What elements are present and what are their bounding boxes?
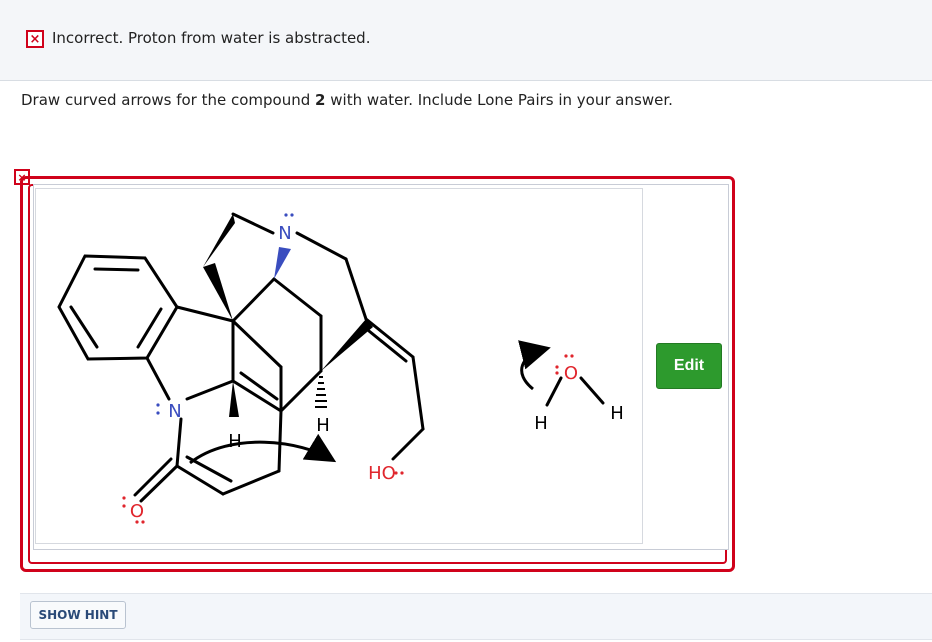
atom-h: H	[228, 431, 242, 452]
compound-number: 2	[315, 91, 326, 109]
question-text: Draw curved arrows for the compound 2 wi…	[21, 91, 673, 109]
question-prefix: Draw curved arrows for the compound	[21, 91, 316, 109]
hint-bar	[20, 593, 932, 640]
x-icon: ×	[26, 30, 44, 48]
curved-arrow[interactable]	[518, 340, 551, 391]
atom-ho: HO	[368, 463, 396, 484]
atom-water-o: O	[564, 363, 578, 384]
atom-h: H	[316, 415, 330, 436]
atom-water-h-left: H	[534, 413, 548, 434]
feedback-text: Incorrect. Proton from water is abstract…	[52, 29, 371, 47]
molecule-drawing: N N O H H HO O H H	[57, 212, 624, 524]
wedge-bond	[203, 263, 233, 321]
lone-pairs	[122, 354, 574, 524]
atom-water-h-right: H	[610, 403, 624, 424]
atom-n-indole: N	[168, 401, 181, 422]
question-suffix: with water. Include Lone Pairs in your a…	[325, 91, 673, 109]
hash-bond	[315, 376, 327, 408]
wedge-bond	[203, 214, 235, 267]
structure-canvas[interactable]: N N O H H HO O H H	[35, 188, 643, 544]
wedge-bond	[274, 247, 291, 279]
feedback-banner: × Incorrect. Proton from water is abstra…	[0, 0, 932, 81]
edit-button[interactable]: Edit	[656, 343, 722, 389]
atom-n-top: N	[278, 223, 291, 244]
wedge-bond	[229, 381, 239, 417]
curved-arrow[interactable]	[189, 433, 337, 465]
atom-o-carbonyl: O	[130, 501, 144, 522]
wedge-bond	[321, 319, 373, 371]
show-hint-button[interactable]: SHOW HINT	[30, 601, 126, 629]
